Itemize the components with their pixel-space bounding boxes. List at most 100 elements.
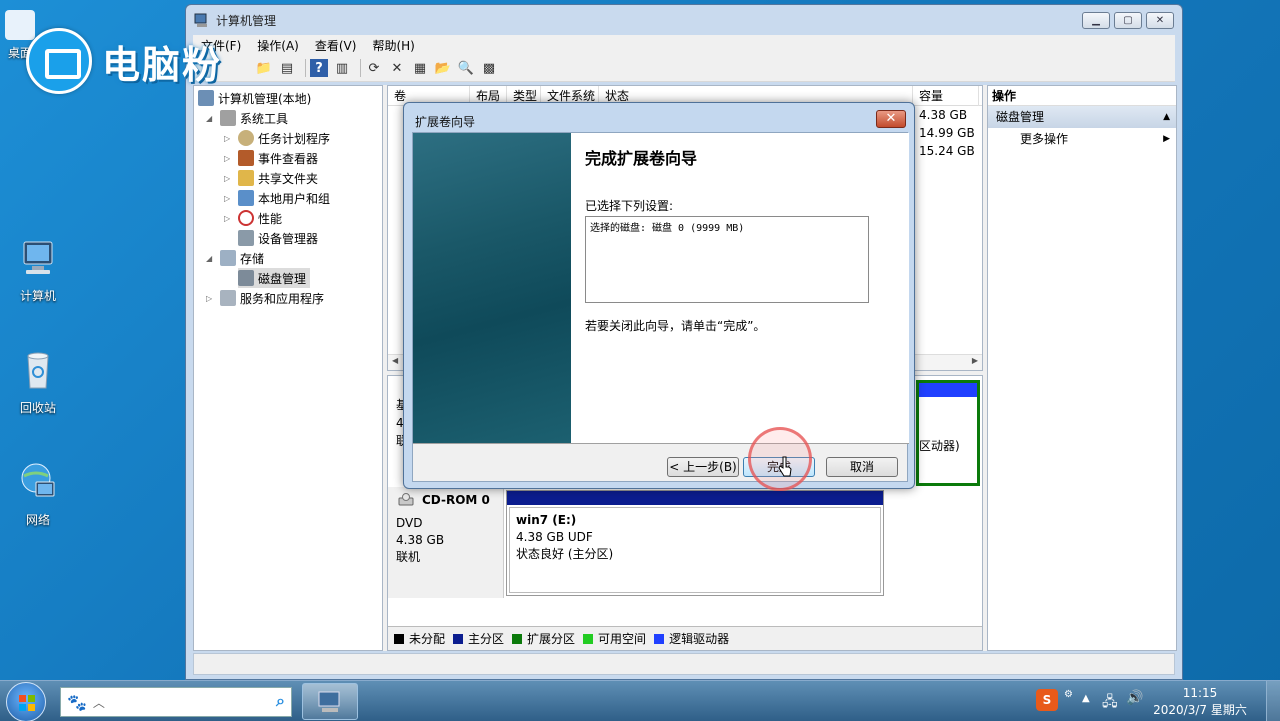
- tree-label: 本地用户和组: [258, 191, 331, 206]
- chevron-up-icon[interactable]: ︿: [93, 694, 105, 711]
- actions-section-disk-management[interactable]: 磁盘管理 ▲: [988, 106, 1176, 128]
- actions-section-label: 磁盘管理: [996, 110, 1045, 124]
- tree-item-event-viewer[interactable]: ▷ 事件查看器: [224, 148, 318, 168]
- taskbar: 🐾 ︿ ⌕ S ⚙ ▲ 🖧 🔊 11:15 2020/3/7 星期六: [0, 680, 1280, 721]
- minimize-button[interactable]: ▁: [1082, 12, 1110, 29]
- dialog-title: 扩展卷向导: [415, 115, 476, 129]
- desktop-icon-network[interactable]: 网络: [8, 460, 68, 528]
- tree-label: 任务计划程序: [258, 131, 331, 146]
- baidu-paw-icon: 🐾: [67, 692, 87, 712]
- expand-arrow-icon[interactable]: ▷: [224, 154, 234, 163]
- show-hide-action-pane-icon[interactable]: ▥: [333, 59, 351, 77]
- settings-text: 选择的磁盘: 磁盘 0 (9999 MB): [590, 223, 745, 234]
- expand-arrow-icon[interactable]: ▷: [224, 174, 234, 183]
- desktop-icon-recycle-bin[interactable]: 回收站: [8, 348, 68, 416]
- up-folder-icon[interactable]: 📁: [255, 59, 273, 77]
- extend-volume-wizard-dialog: 扩展卷向导 ✕ 完成扩展卷向导 已选择下列设置: 选择的磁盘: 磁盘 0 (99…: [403, 102, 915, 489]
- taskbar-item-computer-management[interactable]: [302, 683, 358, 720]
- network-tray-icon[interactable]: 🖧: [1102, 691, 1118, 715]
- tree-item-local-users[interactable]: ▷ 本地用户和组: [224, 188, 330, 208]
- tree-item-services-apps[interactable]: ▷ 服务和应用程序: [206, 288, 324, 308]
- tree-label: 服务和应用程序: [240, 291, 325, 306]
- partition-legend: 未分配 主分区 扩展分区 可用空间 逻辑驱动器: [388, 626, 982, 650]
- more-actions-item[interactable]: 更多操作 ▶: [988, 128, 1176, 150]
- sogou-ime-icon[interactable]: S: [1036, 689, 1058, 711]
- baidu-search-box[interactable]: 🐾 ︿ ⌕: [60, 687, 292, 717]
- menu-action[interactable]: 操作(A): [257, 37, 299, 54]
- event-viewer-icon: [238, 150, 254, 166]
- volume-icon[interactable]: 🔊: [1126, 690, 1143, 706]
- status-bar: [193, 653, 1175, 675]
- search-icon[interactable]: 🔍: [457, 59, 475, 77]
- expand-arrow-icon[interactable]: ▷: [224, 194, 234, 203]
- expand-arrow-icon[interactable]: ▷: [224, 134, 234, 143]
- dialog-body: 完成扩展卷向导 已选择下列设置: 选择的磁盘: 磁盘 0 (9999 MB) 若…: [412, 132, 909, 482]
- tree-label: 事件查看器: [258, 151, 319, 166]
- settings-icon[interactable]: ▩: [480, 59, 498, 77]
- cancel-button[interactable]: 取消: [826, 457, 898, 477]
- actions-header: 操作: [988, 86, 1176, 106]
- tree-label: 共享文件夹: [258, 171, 319, 186]
- window-titlebar[interactable]: 计算机管理: [186, 5, 1182, 35]
- settings-textbox[interactable]: 选择的磁盘: 磁盘 0 (9999 MB): [585, 216, 869, 303]
- collapse-arrow-icon[interactable]: ◢: [206, 254, 216, 263]
- open-icon[interactable]: 📂: [434, 59, 452, 77]
- submenu-arrow-icon: ▶: [1163, 134, 1170, 144]
- extended-partition-block[interactable]: 区动器): [916, 380, 980, 486]
- tree-item-disk-management[interactable]: 磁盘管理: [238, 268, 311, 288]
- expand-arrow-icon[interactable]: ▷: [206, 294, 216, 303]
- refresh-icon[interactable]: ⟳: [365, 59, 383, 77]
- tree-label: 设备管理器: [258, 231, 319, 246]
- maximize-button[interactable]: ▢: [1114, 12, 1142, 29]
- ime-settings-icon[interactable]: ⚙: [1064, 689, 1073, 700]
- show-hide-tree-icon[interactable]: ▤: [278, 59, 296, 77]
- clock[interactable]: 11:15 2020/3/7 星期六: [1150, 685, 1250, 719]
- tree-item-shared-folders[interactable]: ▷ 共享文件夹: [224, 168, 318, 188]
- column-header[interactable]: 容量: [913, 86, 979, 106]
- tree-item-system-tools[interactable]: ◢ 系统工具: [206, 108, 288, 128]
- tray-expand-icon[interactable]: ▲: [1082, 693, 1090, 704]
- start-button[interactable]: [6, 682, 46, 721]
- desktop-icon-label: 回收站: [19, 401, 56, 415]
- cdrom-volume-block[interactable]: win7 (E:) 4.38 GB UDF 状态良好 (主分区): [506, 490, 884, 596]
- delete-icon[interactable]: ✕: [388, 59, 406, 77]
- tree-item-task-scheduler[interactable]: ▷ 任务计划程序: [224, 128, 330, 148]
- scroll-left-icon[interactable]: ◀: [392, 356, 398, 365]
- desktop-icon-label: 网络: [25, 513, 50, 527]
- legend-label: 主分区: [468, 632, 505, 646]
- menu-view[interactable]: 查看(V): [315, 37, 357, 54]
- tree-item-device-manager[interactable]: 设备管理器: [238, 228, 318, 248]
- legend-swatch: [394, 633, 404, 644]
- back-button[interactable]: < 上一步(B): [667, 457, 739, 477]
- capacity-cell: 4.38 GB: [919, 108, 968, 122]
- cdrom-info[interactable]: CD-ROM 0 DVD 4.38 GB 联机: [388, 487, 504, 598]
- clock-time: 11:15: [1182, 686, 1218, 700]
- legend-label: 逻辑驱动器: [669, 632, 730, 646]
- close-button[interactable]: ✕: [1146, 12, 1174, 29]
- collapse-up-icon[interactable]: ▲: [1163, 106, 1170, 128]
- dialog-close-button[interactable]: ✕: [876, 110, 906, 128]
- legend-label: 可用空间: [598, 632, 647, 646]
- help-icon[interactable]: ?: [310, 59, 328, 77]
- show-desktop-button[interactable]: [1266, 681, 1280, 721]
- tree-item-storage[interactable]: ◢ 存储: [206, 248, 264, 268]
- cdrom-size: 4.38 GB: [396, 533, 445, 547]
- wizard-banner-image: [413, 133, 571, 443]
- clock-date: 2020/3/7 星期六: [1153, 703, 1247, 717]
- legend-swatch: [512, 633, 523, 644]
- menu-help[interactable]: 帮助(H): [372, 37, 414, 54]
- computer-management-icon: [194, 13, 207, 27]
- desktop-icon-label: 计算机: [19, 289, 56, 303]
- legend-label: 未分配: [409, 632, 446, 646]
- tree-label: 磁盘管理: [258, 271, 307, 286]
- disk-icon: [238, 270, 254, 286]
- search-icon[interactable]: ⌕: [276, 691, 285, 711]
- expand-arrow-icon[interactable]: ▷: [224, 214, 234, 223]
- properties-icon[interactable]: ▦: [411, 59, 429, 77]
- scroll-right-icon[interactable]: ▶: [972, 356, 978, 365]
- desktop-icon-computer[interactable]: 计算机: [8, 236, 68, 304]
- tree-item-performance[interactable]: ▷ 性能: [224, 208, 282, 228]
- cdrom-volume-details: win7 (E:) 4.38 GB UDF 状态良好 (主分区): [509, 507, 881, 593]
- services-icon: [220, 290, 236, 306]
- collapse-arrow-icon[interactable]: ◢: [206, 114, 216, 123]
